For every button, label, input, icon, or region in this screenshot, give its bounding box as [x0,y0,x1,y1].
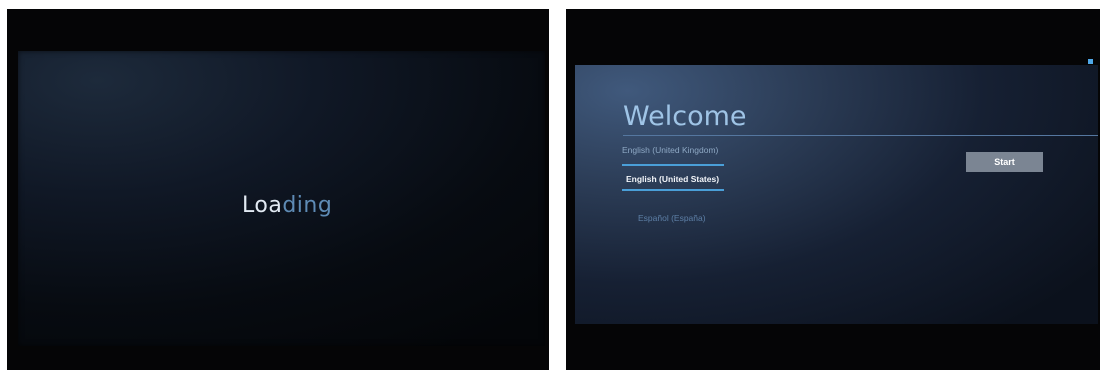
language-option-espanol[interactable]: Español (España) [638,213,706,223]
start-button[interactable]: Start [966,152,1043,172]
language-option-english-us[interactable]: English (United States) [626,174,719,184]
loading-text-dim: ding [282,193,333,218]
loading-photo: Loading [7,9,549,370]
welcome-photo: Welcome English (United Kingdom) English… [566,9,1100,370]
loading-text-bright: Loa [242,193,283,218]
loading-screen: Loading [18,51,545,346]
loading-text: Loading [242,193,332,218]
language-option-english-uk[interactable]: English (United Kingdom) [622,145,718,155]
language-picker-bottom-divider [622,189,724,191]
welcome-screen: Welcome English (United Kingdom) English… [575,65,1098,324]
status-indicator-icon [1088,59,1093,64]
language-picker-top-divider [622,164,724,166]
title-divider [623,135,1098,136]
welcome-title: Welcome [623,101,747,132]
